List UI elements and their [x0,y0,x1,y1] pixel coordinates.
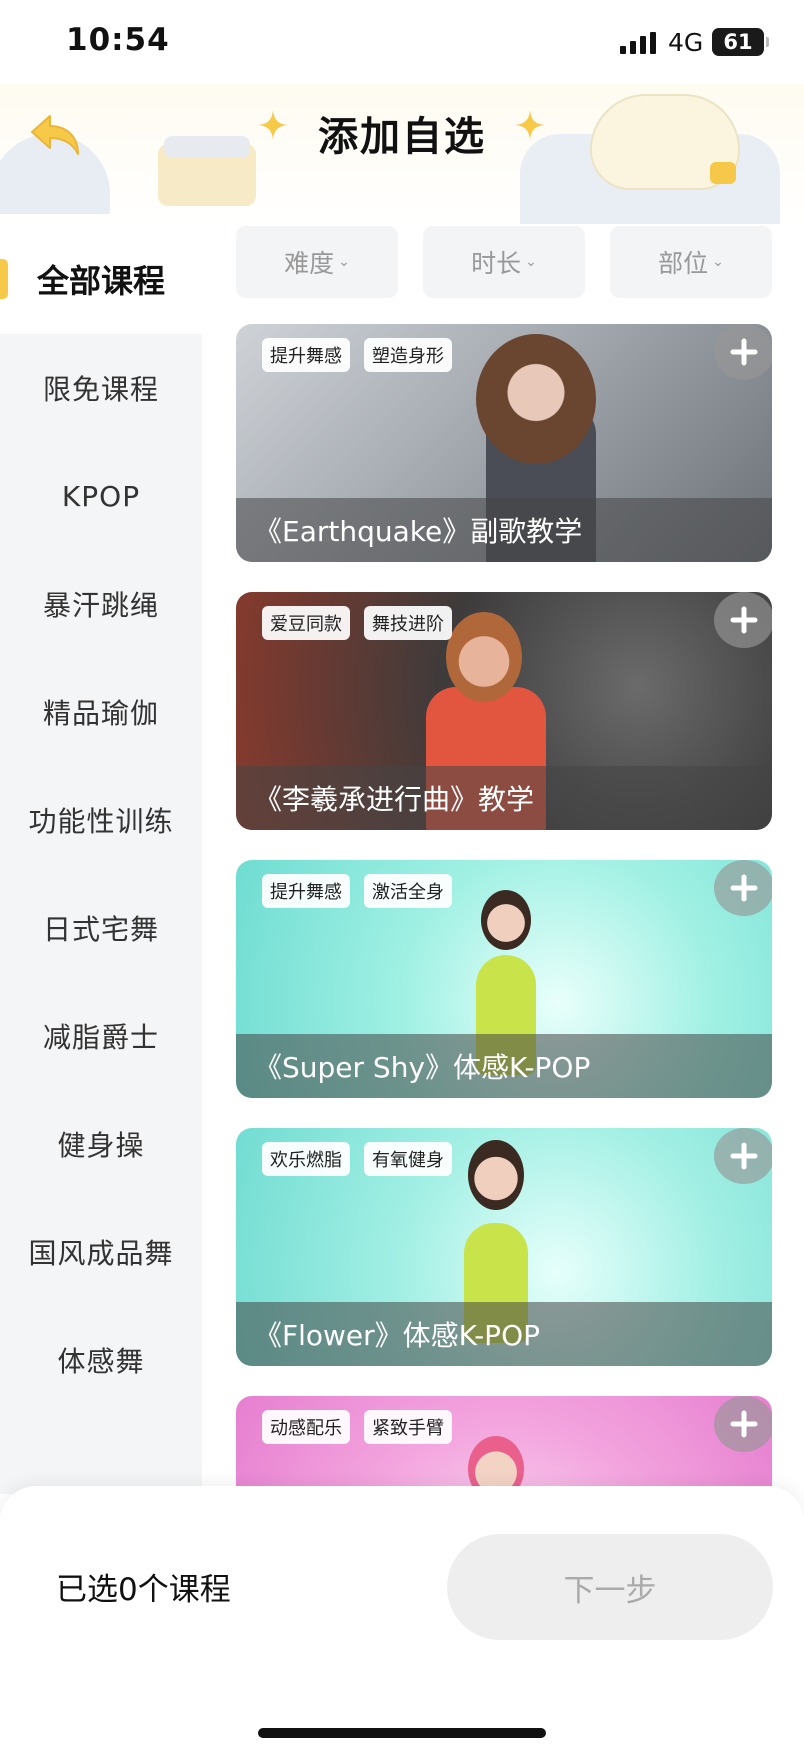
filter-label: 部位 [658,249,709,278]
course-tag: 爱豆同款 [262,606,350,640]
tag-group: 提升舞感 塑造身形 [262,338,452,372]
course-card[interactable]: 提升舞感 塑造身形 《Earthquake》副歌教学 [236,324,772,562]
signal-icon [620,32,656,54]
plus-icon [730,338,758,366]
sidebar-item[interactable]: 功能性训练 [0,766,202,874]
course-card[interactable]: 动感配乐 紧致手臂 [236,1396,772,1494]
course-card[interactable]: 提升舞感 激活全身 《Super Shy》体感K-POP [236,860,772,1098]
course-tag: 激活全身 [364,874,452,908]
sidebar-item[interactable]: 日式宅舞 [0,874,202,982]
status-time: 10:54 [66,22,170,58]
add-course-button[interactable] [714,324,772,380]
tag-group: 动感配乐 紧致手臂 [262,1410,452,1444]
sidebar-item[interactable]: KPOP [0,442,202,550]
bottom-action-bar: 已选0个课程 下一步 [0,1486,804,1749]
chevron-down-icon: ⌄ [712,254,724,270]
network-type: 4G [668,28,704,57]
selected-count: 已选0个课程 [56,1572,231,1608]
course-list: 提升舞感 塑造身形 《Earthquake》副歌教学 爱豆同款 舞技进阶 《李羲… [236,324,772,1494]
filter-body-part[interactable]: 部位 ⌄ [610,226,772,298]
course-tag: 紧致手臂 [364,1410,452,1444]
course-tag: 提升舞感 [262,874,350,908]
filter-duration[interactable]: 时长 ⌄ [423,226,585,298]
plus-icon [730,1142,758,1170]
plus-icon [730,606,758,634]
course-tag: 塑造身形 [364,338,452,372]
sidebar-item[interactable]: 体感舞 [0,1306,202,1414]
page-title: 添加自选 [318,114,486,160]
course-tag: 提升舞感 [262,338,350,372]
add-course-button[interactable] [714,1128,772,1184]
course-tag: 舞技进阶 [364,606,452,640]
course-card[interactable]: 爱豆同款 舞技进阶 《李羲承进行曲》教学 [236,592,772,830]
next-step-button[interactable]: 下一步 [447,1534,773,1640]
sidebar-item[interactable]: 国风成品舞 [0,1198,202,1306]
tag-group: 爱豆同款 舞技进阶 [262,606,452,640]
course-title: 《Earthquake》副歌教学 [236,498,772,562]
course-title: 《Super Shy》体感K-POP [236,1034,772,1098]
header: 添加自选 [0,84,804,224]
sparkle-icon [515,110,545,140]
sidebar-item[interactable]: 限免课程 [0,334,202,442]
filter-label: 难度 [284,249,335,278]
tag-group: 欢乐燃脂 有氧健身 [262,1142,452,1176]
course-thumbnail [468,1140,524,1210]
course-title: 《李羲承进行曲》教学 [236,766,772,830]
course-thumbnail [446,612,522,702]
sidebar-list: 限免课程 KPOP 暴汗跳绳 精品瑜伽 功能性训练 日式宅舞 减脂爵士 健身操 … [0,334,202,1494]
course-thumbnail [481,890,531,950]
course-title: 《Flower》体感K-POP [236,1302,772,1366]
add-course-button[interactable] [714,592,772,648]
add-course-button[interactable] [714,1396,772,1452]
battery-indicator: 61 [712,28,769,56]
course-thumbnail [476,334,596,464]
sidebar-item[interactable]: 暴汗跳绳 [0,550,202,658]
course-tag: 有氧健身 [364,1142,452,1176]
chevron-down-icon: ⌄ [525,254,537,270]
home-indicator [258,1728,546,1738]
plus-icon [730,874,758,902]
tag-group: 提升舞感 激活全身 [262,874,452,908]
course-tag: 欢乐燃脂 [262,1142,350,1176]
category-sidebar: 全部课程 限免课程 KPOP 暴汗跳绳 精品瑜伽 功能性训练 日式宅舞 减脂爵士… [0,224,202,1494]
plus-icon [730,1410,758,1438]
sidebar-item[interactable]: 精品瑜伽 [0,658,202,766]
filter-label: 时长 [471,249,522,278]
chevron-down-icon: ⌄ [338,254,350,270]
filter-difficulty[interactable]: 难度 ⌄ [236,226,398,298]
filter-bar: 难度 ⌄ 时长 ⌄ 部位 ⌄ [236,226,772,298]
sidebar-item[interactable]: 健身操 [0,1090,202,1198]
active-indicator [0,259,8,299]
status-bar: 10:54 4G 61 [0,0,804,84]
sidebar-item-label: 全部课程 [36,262,165,300]
add-course-button[interactable] [714,860,772,916]
course-card[interactable]: 欢乐燃脂 有氧健身 《Flower》体感K-POP [236,1128,772,1366]
sidebar-item-all-courses[interactable]: 全部课程 [0,224,202,334]
sidebar-item[interactable]: 减脂爵士 [0,982,202,1090]
course-tag: 动感配乐 [262,1410,350,1444]
